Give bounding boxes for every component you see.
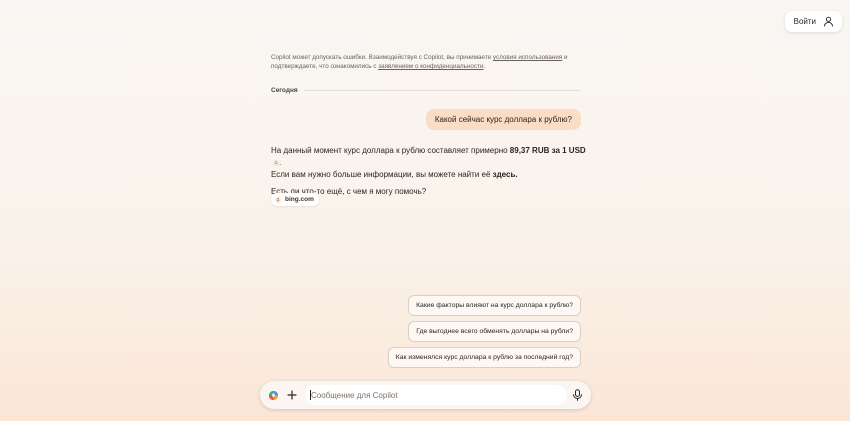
suggestion-label: Где выгоднее всего обменять доллары на р…	[416, 328, 573, 335]
divider-line	[303, 90, 581, 91]
source-chip-bing[interactable]: 1 bing.com	[271, 193, 319, 206]
plus-icon[interactable]	[286, 389, 298, 401]
microphone-icon[interactable]	[572, 389, 583, 401]
answer-more-info: Если вам нужно больше информации, вы мож…	[271, 170, 493, 179]
terms-link[interactable]: условия использования	[493, 54, 562, 61]
privacy-link[interactable]: заявлением о конфиденциальности	[378, 63, 483, 70]
message-composer	[260, 381, 591, 409]
answer-text: На данный момент курс доллара к рублю со…	[271, 146, 510, 155]
disclaimer-text: Copilot может допускать ошибки. Взаимоде…	[271, 53, 571, 71]
date-divider: Сегодня	[271, 86, 581, 95]
suggestion-button[interactable]: Как изменялся курс доллара к рублю за по…	[387, 347, 581, 368]
text-cursor	[310, 390, 311, 400]
source-number: 1	[275, 196, 281, 203]
suggestion-button[interactable]: Какие факторы влияют на курс доллара к р…	[408, 295, 581, 316]
source-label: bing.com	[285, 196, 314, 203]
message-input[interactable]	[305, 385, 567, 405]
date-divider-label: Сегодня	[271, 87, 298, 94]
answer-text-end: .	[279, 158, 282, 167]
suggestion-label: Как изменялся курс доллара к рублю за по…	[395, 354, 573, 361]
suggestion-label: Какие факторы влияют на курс доллара к р…	[416, 302, 573, 309]
login-button[interactable]: Войти	[784, 11, 842, 32]
user-message-text: Какой сейчас курс доллара к рублю?	[434, 115, 572, 124]
login-label: Войти	[793, 17, 816, 26]
copilot-logo-icon[interactable]	[268, 390, 279, 401]
answer-rate: 89,37 RUB за 1 USD	[509, 146, 586, 155]
answer-paragraph: На данный момент курс доллара к рублю со…	[271, 145, 586, 181]
user-message-bubble: Какой сейчас курс доллара к рублю?	[425, 109, 581, 130]
assistant-answer: На данный момент курс доллара к рублю со…	[271, 145, 586, 198]
user-icon	[824, 16, 833, 27]
answer-here-link[interactable]: здесь	[493, 170, 516, 179]
suggestion-button[interactable]: Где выгоднее всего обменять доллары на р…	[408, 321, 581, 342]
disclaimer-suffix: .	[483, 63, 486, 70]
disclaimer-prefix: Copilot может допускать ошибки. Взаимоде…	[271, 54, 493, 61]
answer-more-info-end: .	[515, 170, 518, 179]
